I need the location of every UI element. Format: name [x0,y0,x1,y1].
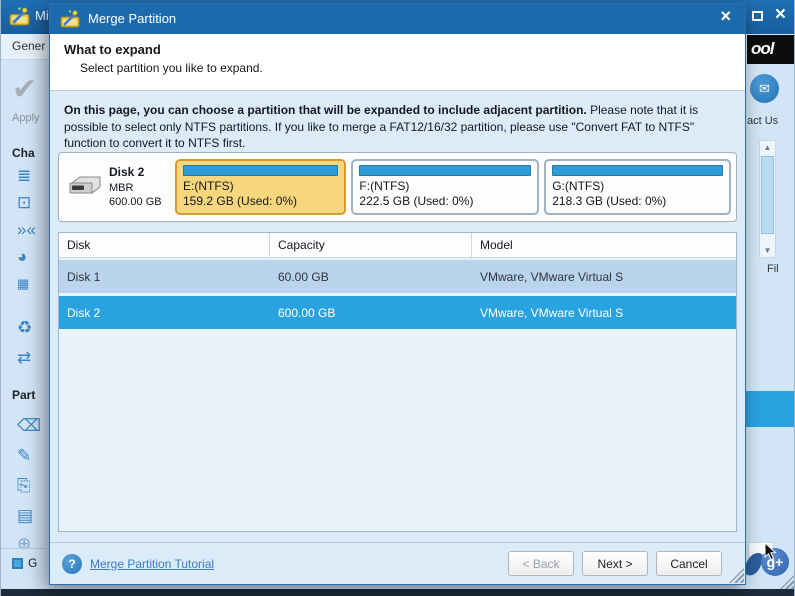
merge-icon[interactable]: »« [17,220,47,240]
next-button[interactable]: Next > [582,551,648,576]
legend-label: G [28,556,37,570]
properties-icon[interactable]: ▤ [17,506,47,526]
dialog-header: What to expand Select partition you like… [50,34,745,91]
partition-label: F:(NTFS) [359,179,531,194]
screen: Mi × Gener ✔ Apply Cha ≣ ⊡ »« ◕ ▦ ♻ ⇄ Pa… [0,0,795,596]
convert-icon[interactable]: ⇄ [17,348,47,368]
main-close-button[interactable]: × [775,4,786,26]
dialog-body: On this page, you can choose a partition… [50,91,745,542]
cancel-button[interactable]: Cancel [656,551,722,576]
partition-label: E:(NTFS) [183,179,338,194]
main-window-title: Mi [35,8,49,23]
contact-us-icon[interactable]: ✉ [750,74,779,103]
apply-label[interactable]: Apply [12,112,40,124]
copy-icon[interactable]: ⎘ [17,476,47,496]
pie-chart-icon[interactable]: ◕ [17,247,47,267]
minitool-logo: ool [747,35,795,64]
partition-block-g[interactable]: G:(NTFS) 218.3 GB (Used: 0%) [544,159,731,215]
background-disk-row[interactable] [746,391,795,427]
cell-model: VMware, VMware Virtual S [472,270,736,284]
disk-labels: Disk 2 MBR 600.00 GB [109,165,162,209]
merge-partition-dialog: Merge Partition × What to expand Select … [49,3,746,585]
delete-icon[interactable]: ⌫ [17,416,47,436]
partition-bar [183,165,338,176]
cell-disk: Disk 1 [59,270,270,284]
section-partition-header: Part [12,388,35,402]
disk-table: Disk Capacity Model Disk 1 60.00 GB VMwa… [58,232,737,532]
scroll-up-icon[interactable]: ▲ [760,141,775,154]
cell-model: VMware, VMware Virtual S [472,306,736,320]
disk-map-panel: Disk 2 MBR 600.00 GB E:(NTFS) 159.2 GB (… [58,152,737,222]
sidebar-divider [1,548,46,549]
resize-icon[interactable]: ⊡ [17,193,47,213]
contact-us-label[interactable]: act Us [747,115,778,127]
table-row-disk2[interactable]: Disk 2 600.00 GB VMware, VMware Virtual … [59,296,736,329]
legend-item: G [12,556,37,570]
cell-capacity: 60.00 GB [270,270,472,284]
disk-info: Disk 2 MBR 600.00 GB [64,165,170,209]
hard-drive-icon [68,174,102,201]
menu-general[interactable]: Gener [1,34,49,60]
header-title: What to expand [64,42,731,57]
tutorial-link[interactable]: Merge Partition Tutorial [90,557,214,571]
column-header-capacity[interactable]: Capacity [270,233,472,257]
header-subtitle: Select partition you like to expand. [80,61,731,75]
mouse-cursor [764,542,777,566]
pencil-icon[interactable]: ✎ [17,446,47,466]
scrollbar[interactable]: ▲ ▼ [759,140,776,258]
main-left-toolbar: Gener ✔ Apply Cha ≣ ⊡ »« ◕ ▦ ♻ ⇄ Part ⌫ … [1,34,49,590]
partition-block-f[interactable]: F:(NTFS) 222.5 GB (Used: 0%) [351,159,539,215]
table-header: Disk Capacity Model [59,233,736,258]
partition-info: 159.2 GB (Used: 0%) [183,194,338,209]
instruction-text: On this page, you can choose a partition… [64,102,731,152]
equalizer-icon[interactable]: ≣ [17,166,47,186]
partition-info: 218.3 GB (Used: 0%) [552,194,723,209]
section-change-header: Cha [12,146,35,160]
cell-disk: Disk 2 [59,306,270,320]
main-right-panel: ool ✉ act Us ▲ ▼ Fil g+ [746,34,795,590]
column-header-disk[interactable]: Disk [59,233,270,257]
scroll-down-icon[interactable]: ▼ [760,244,775,257]
dialog-close-button[interactable]: × [720,6,731,27]
scrollbar-thumb[interactable] [761,156,774,234]
disk-capacity: 600.00 GB [109,195,162,209]
back-button[interactable]: < Back [508,551,574,576]
cell-capacity: 600.00 GB [270,306,472,320]
partition-info: 222.5 GB (Used: 0%) [359,194,531,209]
apply-check-icon[interactable]: ✔ [12,72,37,107]
instruction-bold: On this page, you can choose a partition… [64,103,587,117]
dialog-title: Merge Partition [88,11,176,26]
partition-block-e[interactable]: E:(NTFS) 159.2 GB (Used: 0%) [175,159,346,215]
dialog-wand-icon [60,9,80,29]
partition-bar [552,165,723,176]
dialog-titlebar[interactable]: Merge Partition × [50,4,745,34]
label-icon[interactable]: ▦ [17,276,47,292]
partition-bar [359,165,531,176]
recycle-icon[interactable]: ♻ [17,318,47,338]
disk-name: Disk 2 [109,165,162,181]
partition-label: G:(NTFS) [552,179,723,194]
globe-icon[interactable]: ⊕ [17,534,47,554]
restore-button[interactable] [752,11,763,21]
table-row-disk1[interactable]: Disk 1 60.00 GB VMware, VMware Virtual S [59,260,736,293]
disk-scheme: MBR [109,181,162,195]
column-header-model[interactable]: Model [472,233,736,257]
window-bottom-border [1,589,795,596]
dialog-buttons: < Back Next > Cancel [500,551,733,576]
help-icon: ? [62,554,82,574]
file-system-column-partial: Fil [767,263,779,275]
app-wand-icon [9,6,30,27]
legend-swatch [12,558,23,569]
dialog-footer: ? Merge Partition Tutorial < Back Next >… [50,542,745,584]
